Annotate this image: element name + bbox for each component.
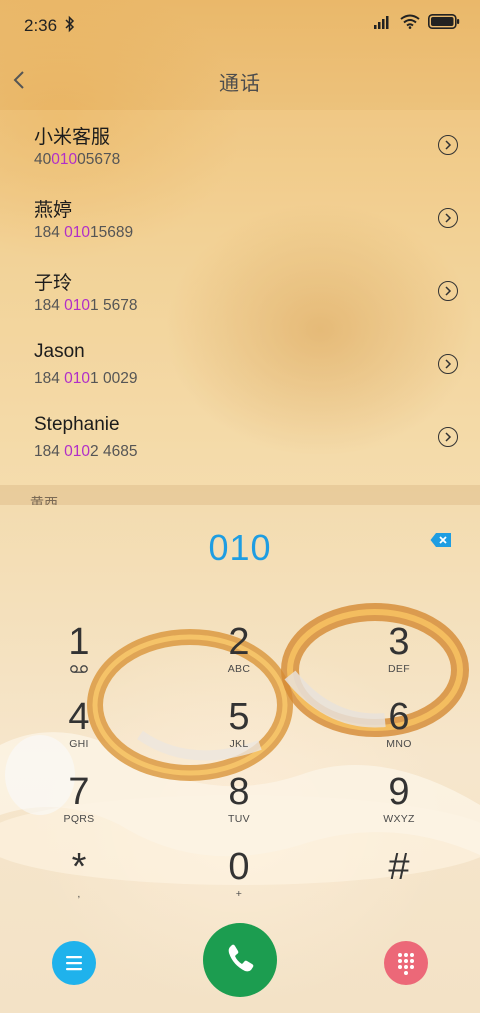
- battery-icon: [428, 14, 460, 29]
- status-time: 2:36: [24, 16, 58, 35]
- key-digit: 2: [228, 621, 250, 663]
- key-digit: 0: [228, 846, 250, 888]
- contact-row[interactable]: Jason 184 0101 0029: [0, 329, 480, 402]
- header: 通话: [0, 55, 480, 105]
- dialer-action-bar: [0, 923, 480, 1013]
- backspace-icon[interactable]: [430, 532, 452, 548]
- contact-name: 小米客服: [34, 127, 111, 148]
- number-match-highlight: 010: [51, 151, 78, 168]
- voicemail-icon: [70, 665, 88, 673]
- key-letters: ,: [77, 888, 81, 900]
- chevron-right-icon: [445, 213, 452, 223]
- key-digit: 8: [228, 771, 250, 813]
- key-letters: +: [235, 888, 243, 900]
- contact-number: 184 0102 4685: [34, 443, 138, 460]
- chevron-right-icon: [445, 140, 452, 150]
- section-header-peek: 黄西: [0, 485, 480, 505]
- contact-number: 184 0101 0029: [34, 370, 138, 387]
- contact-detail-button[interactable]: [438, 135, 458, 155]
- wifi-icon: [400, 14, 420, 29]
- key-digit: 7: [68, 771, 90, 813]
- key-digit: 3: [388, 621, 410, 663]
- key-letters: DEF: [388, 663, 410, 675]
- key-digit: 6: [388, 696, 410, 738]
- key-3[interactable]: 3 DEF: [349, 620, 449, 690]
- contact-number: 184 0101 5678: [34, 297, 138, 314]
- page-title: 通话: [219, 73, 261, 95]
- key-6[interactable]: 6 MNO: [349, 695, 449, 765]
- contact-name: 子玲: [34, 273, 73, 294]
- key-letters: ABC: [227, 663, 251, 675]
- key-digit: 9: [388, 771, 410, 813]
- dial-keypad: 1 2 ABC 3 DEF 4 GHI 5 JKL 6 MNO 7 PQRS 8…: [0, 610, 480, 900]
- key-letters: PQRS: [63, 813, 95, 825]
- section-header-label: 黄西: [30, 495, 58, 505]
- contact-detail-button[interactable]: [438, 281, 458, 301]
- number-match-highlight: 010: [64, 443, 91, 460]
- contact-number: 4001005678: [34, 151, 121, 168]
- key-letters: TUV: [228, 813, 250, 825]
- chevron-right-icon: [445, 286, 452, 296]
- number-match-highlight: 010: [64, 297, 91, 314]
- contact-name: 燕婷: [34, 200, 73, 221]
- signal-icon: [374, 15, 389, 29]
- contact-row[interactable]: 燕婷 184 01015689: [0, 183, 480, 256]
- key-letters: JKL: [229, 738, 249, 750]
- key-1[interactable]: 1: [29, 620, 129, 690]
- contact-detail-button[interactable]: [438, 427, 458, 447]
- contact-match-list: 小米客服 4001005678 燕婷 184 01015689 子玲 184 0…: [0, 110, 480, 485]
- number-match-highlight: 010: [64, 370, 91, 387]
- key-letters: GHI: [69, 738, 89, 750]
- contact-row[interactable]: 小米客服 4001005678: [0, 110, 480, 183]
- key-digit: 4: [68, 696, 90, 738]
- contact-name: Stephanie: [34, 414, 120, 435]
- contact-number: 184 01015689: [34, 224, 134, 241]
- chevron-right-icon: [445, 359, 452, 369]
- contact-detail-button[interactable]: [438, 208, 458, 228]
- key-hash[interactable]: #: [349, 845, 449, 915]
- menu-icon: [66, 956, 82, 971]
- key-5[interactable]: 5 JKL: [189, 695, 289, 765]
- key-0[interactable]: 0 +: [189, 845, 289, 915]
- bluetooth-icon: [65, 15, 75, 33]
- key-digit: 1: [68, 621, 90, 663]
- key-digit: *: [71, 846, 87, 888]
- key-digit: #: [388, 846, 410, 888]
- key-letters: WXYZ: [383, 813, 415, 825]
- phone-icon: [228, 944, 254, 972]
- key-2[interactable]: 2 ABC: [189, 620, 289, 690]
- call-button[interactable]: [203, 923, 277, 997]
- key-7[interactable]: 7 PQRS: [29, 770, 129, 840]
- key-9[interactable]: 9 WXYZ: [349, 770, 449, 840]
- status-bar: 2:36: [0, 0, 480, 50]
- keypad-toggle-button[interactable]: [384, 941, 428, 985]
- dialer-panel: 010 1 2 ABC 3 DEF 4 GHI 5 JKL 6 MNO 7 PQ…: [0, 505, 480, 1013]
- dialed-number-display: 010: [208, 527, 272, 568]
- key-4[interactable]: 4 GHI: [29, 695, 129, 765]
- contact-row[interactable]: Stephanie 184 0102 4685: [0, 402, 480, 475]
- key-8[interactable]: 8 TUV: [189, 770, 289, 840]
- key-star[interactable]: * ,: [29, 845, 129, 915]
- key-digit: 5: [228, 696, 250, 738]
- contact-detail-button[interactable]: [438, 354, 458, 374]
- dialpad-icon: [398, 953, 414, 975]
- chevron-right-icon: [445, 432, 452, 442]
- contact-row[interactable]: 子玲 184 0101 5678: [0, 256, 480, 329]
- contact-name: Jason: [34, 341, 85, 362]
- menu-button[interactable]: [52, 941, 96, 985]
- key-letters: MNO: [386, 738, 412, 750]
- number-match-highlight: 010: [64, 224, 91, 241]
